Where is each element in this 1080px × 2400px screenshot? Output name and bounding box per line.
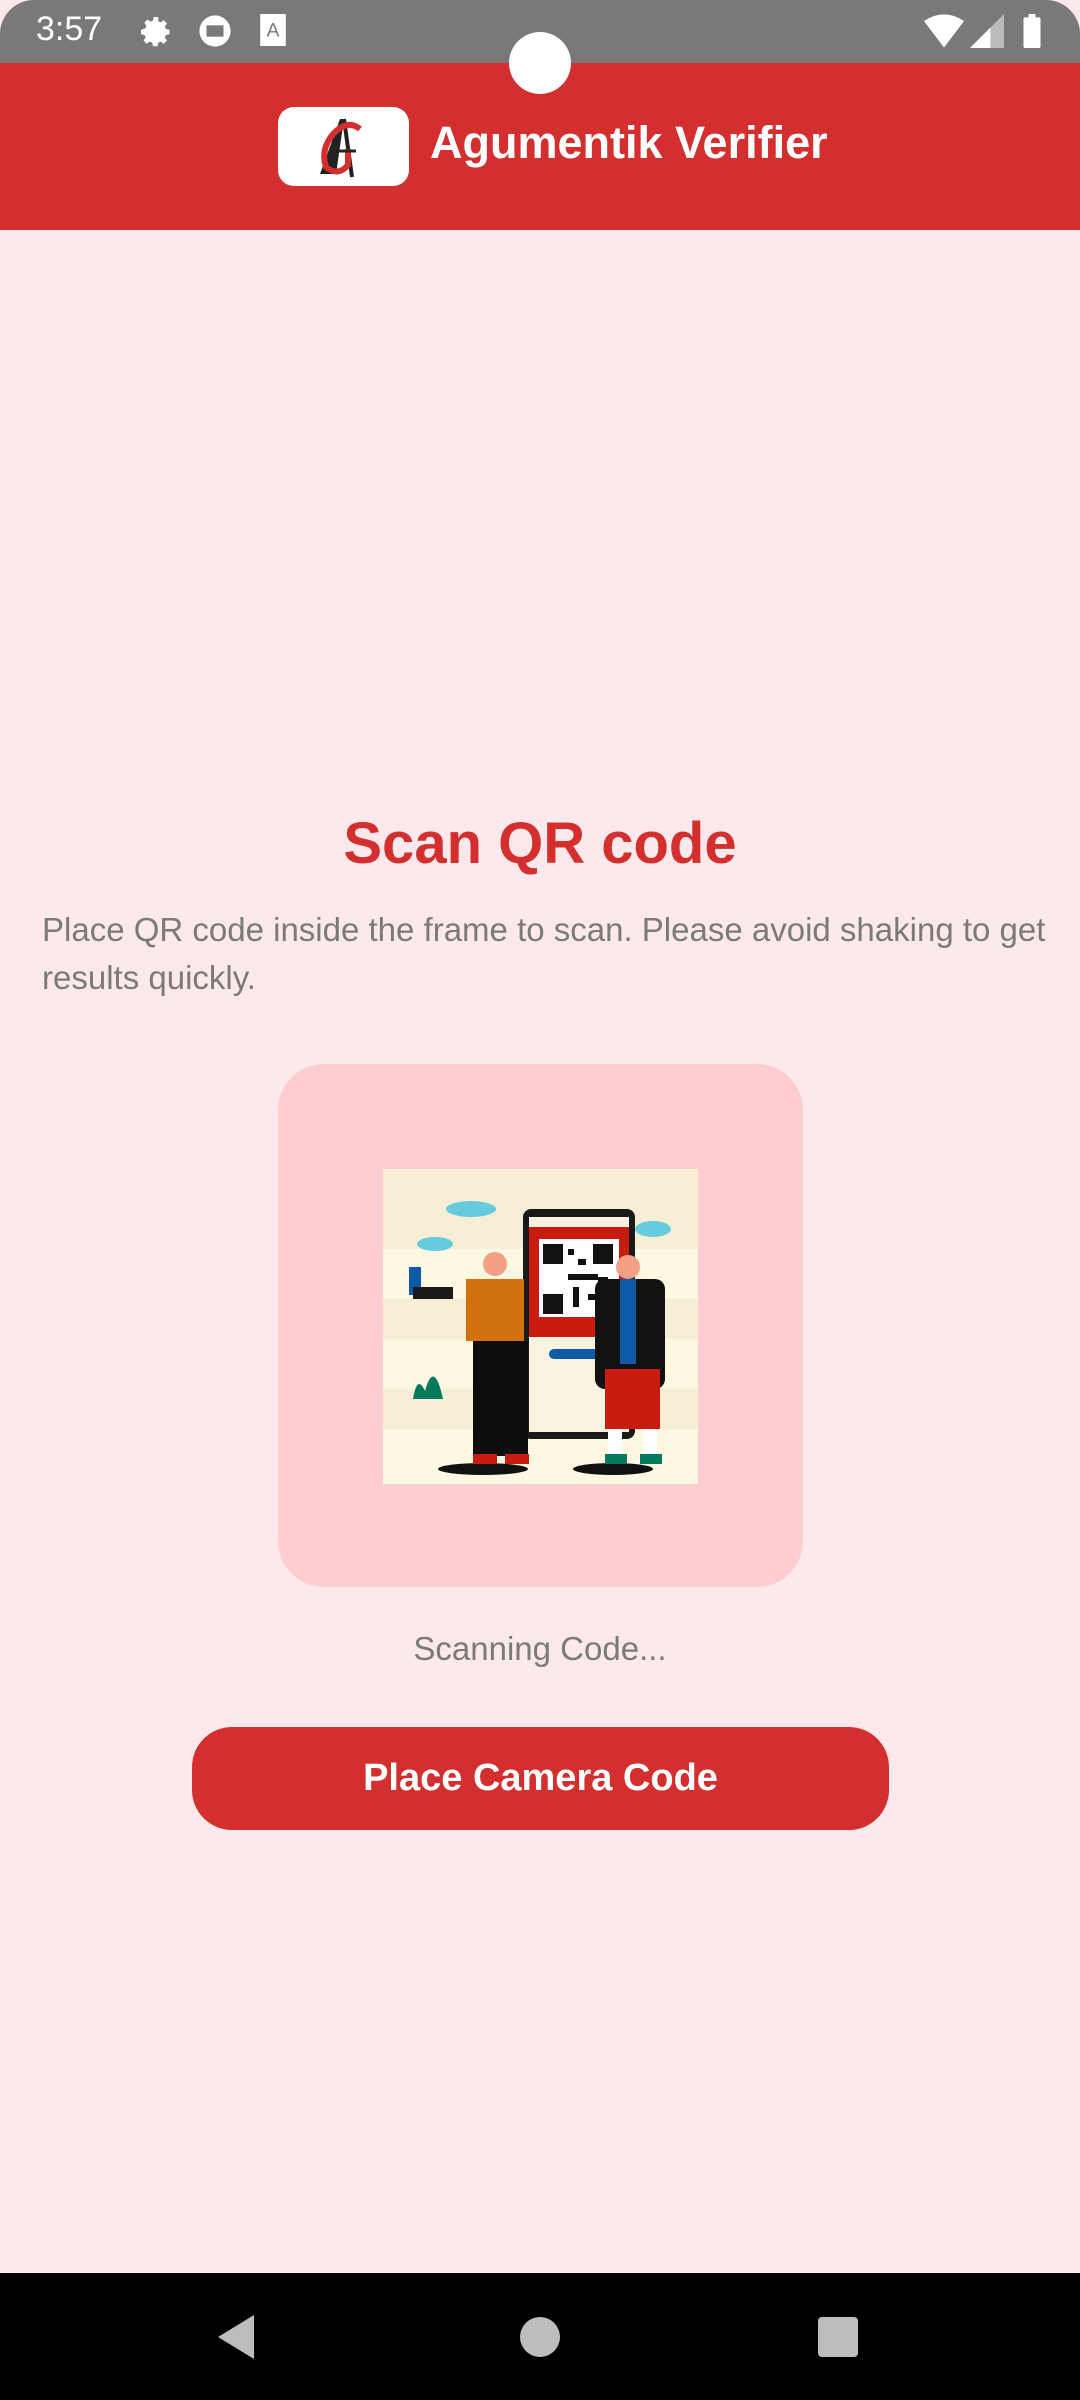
recents-icon[interactable] [818, 2317, 858, 2357]
signal-icon [970, 14, 1004, 48]
svg-text:A: A [267, 20, 280, 41]
keyboard-a-icon: A [260, 14, 286, 46]
gear-icon [141, 17, 170, 47]
wifi-icon [924, 14, 964, 48]
logo-icon [320, 118, 362, 178]
scanning-status: Scanning Code... [413, 1630, 667, 1667]
qr-scan-illustration [383, 1169, 698, 1484]
navigation-bar [0, 2273, 1080, 2400]
cast-icon [199, 15, 231, 47]
place-camera-code-button[interactable]: Place Camera Code [192, 1727, 889, 1830]
scanner-frame[interactable] [278, 1064, 803, 1587]
instructions-text: Place QR code inside the frame to scan. … [42, 911, 1046, 996]
page-title: Scan QR code [343, 811, 737, 876]
camera-cutout [509, 32, 571, 94]
status-time: 3:57 [36, 10, 103, 48]
battery-icon [1023, 14, 1041, 48]
back-icon[interactable] [218, 2315, 258, 2359]
app-title: Agumentik Verifier [430, 117, 828, 168]
app-logo [278, 107, 409, 186]
home-icon[interactable] [520, 2317, 560, 2357]
